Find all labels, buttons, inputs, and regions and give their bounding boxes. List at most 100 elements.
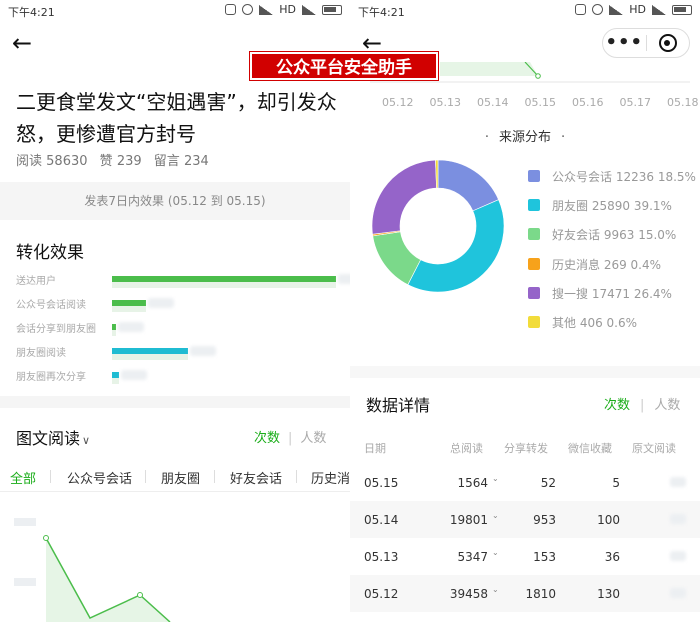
table-cell: 1810 <box>525 587 556 601</box>
legend-value: 269 <box>600 257 627 272</box>
column-header: 分享转发 <box>504 442 548 455</box>
right-phone-screen: 下午4:21 HD ← ••• 05.12 05.13 05.14 05.15 05.1… <box>350 0 700 622</box>
legend-swatch <box>528 228 540 241</box>
signal-icon <box>609 4 624 15</box>
legend-value: 406 <box>576 315 603 330</box>
trend-point <box>137 592 143 598</box>
mini-program-capsule: ••• <box>602 28 690 58</box>
table-cell: 05.14 <box>364 513 399 527</box>
table-cell: 5347 <box>457 550 488 564</box>
table-row: 05.14 19801 ⌄ 953 100 <box>350 501 700 538</box>
chevron-down-icon[interactable]: ⌄ <box>492 548 499 557</box>
table-cell: 39458 <box>449 587 488 601</box>
table-cell: 19801 <box>449 513 488 527</box>
tab-history[interactable]: 历史消息 <box>311 468 350 487</box>
mute-icon <box>575 4 587 15</box>
table-cell: 100 <box>597 513 620 527</box>
reading-metric-toggle: 次数 | 人数 <box>254 431 327 446</box>
left-phone-screen: 下午4:21 HD ← 二更食堂发文“空姐遇害”，却引发众怒，更惨遭官方封号 阅… <box>0 0 350 622</box>
alarm-icon <box>242 4 254 15</box>
table-cell: 953 <box>533 513 556 527</box>
article-stats: 阅读 58630 赞 239 留言 234 <box>16 150 217 169</box>
tab-all[interactable]: 全部 <box>10 468 36 487</box>
legend-percent: 0.4% <box>626 257 662 272</box>
signal-icon-2 <box>652 4 666 15</box>
trend-point <box>43 535 49 541</box>
blurred-value <box>118 322 145 332</box>
table-cell: 130 <box>597 587 620 601</box>
legend-label: 搜一搜 <box>552 286 589 301</box>
funnel-bar-shadow <box>112 282 336 288</box>
more-icon[interactable]: ••• <box>603 31 646 55</box>
x-tick-label: 05.13 <box>429 96 462 109</box>
legend-label: 历史消息 <box>552 257 601 272</box>
period-banner: 发表7日内效果 (05.12 到 05.15) <box>0 182 350 220</box>
status-bar: 下午4:21 HD <box>350 0 700 20</box>
chevron-down-icon[interactable]: ⌄ <box>492 585 499 594</box>
column-header: 原文阅读 <box>632 442 676 455</box>
source-title: · 来源分布 · <box>484 130 566 145</box>
funnel-row: 朋友圈阅读 <box>16 340 346 364</box>
blurred-value <box>147 298 174 308</box>
table-row: 05.13 5347 ⌄ 153 36 <box>350 538 700 575</box>
legend-swatch <box>528 199 540 212</box>
funnel-row: 送达用户 <box>16 268 350 292</box>
legend-percent: 39.1% <box>630 199 672 214</box>
table-row: 05.15 1564 ⌄ 52 5 <box>350 464 700 501</box>
blurred-value <box>670 588 686 598</box>
chevron-down-icon[interactable]: ⌄ <box>492 511 499 520</box>
section-divider <box>0 396 350 408</box>
reading-title[interactable]: 图文阅读 ∨ <box>16 425 90 449</box>
back-arrow-icon[interactable]: ← <box>12 28 38 58</box>
blurred-value <box>120 370 147 380</box>
reading-trend-chart <box>14 518 171 622</box>
status-bar: 下午4:21 HD <box>0 0 350 20</box>
table-row: 05.12 39458 ⌄ 1810 130 <box>350 575 700 612</box>
funnel-bar-shadow <box>112 306 146 312</box>
legend-percent: 26.4% <box>630 286 672 301</box>
table-header: 日期 总阅读 分享转发 微信收藏 原文阅读 <box>350 428 700 464</box>
column-header[interactable]: 总阅读 <box>450 440 483 456</box>
funnel-row: 公众号会话阅读 <box>16 292 346 316</box>
toggle-count[interactable]: 次数 <box>254 431 280 446</box>
funnel-label: 会话分享到朋友圈 <box>16 324 96 335</box>
legend-label: 好友会话 <box>552 228 601 243</box>
close-icon[interactable] <box>647 34 690 52</box>
status-time: 下午4:21 <box>358 6 405 19</box>
funnel-bar-shadow <box>112 378 119 384</box>
tab-moments[interactable]: 朋友圈 <box>161 468 200 487</box>
x-tick-label: 05.18 <box>667 96 699 109</box>
legend-swatch <box>528 286 540 299</box>
details-table: 日期 总阅读 分享转发 微信收藏 原文阅读 05.15 1564 ⌄ 52 5 05.14 19801… <box>350 428 700 612</box>
battery-icon <box>322 4 342 15</box>
x-tick-label: 05.14 <box>477 96 509 109</box>
toggle-users[interactable]: 人数 <box>654 398 680 413</box>
alarm-icon <box>592 4 604 15</box>
chevron-down-icon[interactable]: ⌄ <box>492 474 499 483</box>
legend-percent: 0.6% <box>602 315 638 330</box>
blurred-value <box>338 274 350 284</box>
blurred-value <box>190 346 217 356</box>
conversion-title: 转化效果 <box>16 243 84 263</box>
tab-official-chat[interactable]: 公众号会话 <box>67 468 132 487</box>
x-tick-label: 05.12 <box>382 96 414 109</box>
donut-slice <box>371 159 437 235</box>
legend-swatch <box>528 170 540 182</box>
funnel-bar-shadow <box>112 330 117 336</box>
tab-friend-chat[interactable]: 好友会话 <box>230 468 282 487</box>
table-cell: 05.13 <box>364 550 399 564</box>
watermark-banner: 公众平台安全助手 <box>249 51 439 81</box>
funnel-label: 送达用户 <box>16 276 56 287</box>
legend-percent: 15.0% <box>634 228 677 243</box>
toggle-users[interactable]: 人数 <box>300 431 326 446</box>
toggle-count[interactable]: 次数 <box>604 398 630 413</box>
details-metric-toggle: 次数 | 人数 <box>604 398 681 413</box>
reading-source-tabs: 全部 公众号会话 朋友圈 好友会话 历史消息 <box>0 462 350 492</box>
conversion-funnel: 送达用户公众号会话阅读 会话分享到朋友圈朋友圈阅读 朋友圈再次分享 <box>16 268 350 388</box>
table-cell: 153 <box>533 550 556 564</box>
trend-point <box>535 73 541 79</box>
table-cell: 1564 <box>457 476 488 490</box>
funnel-label: 公众号会话阅读 <box>16 300 86 311</box>
funnel-row: 朋友圈再次分享 <box>16 364 346 388</box>
source-donut-chart <box>371 159 505 293</box>
